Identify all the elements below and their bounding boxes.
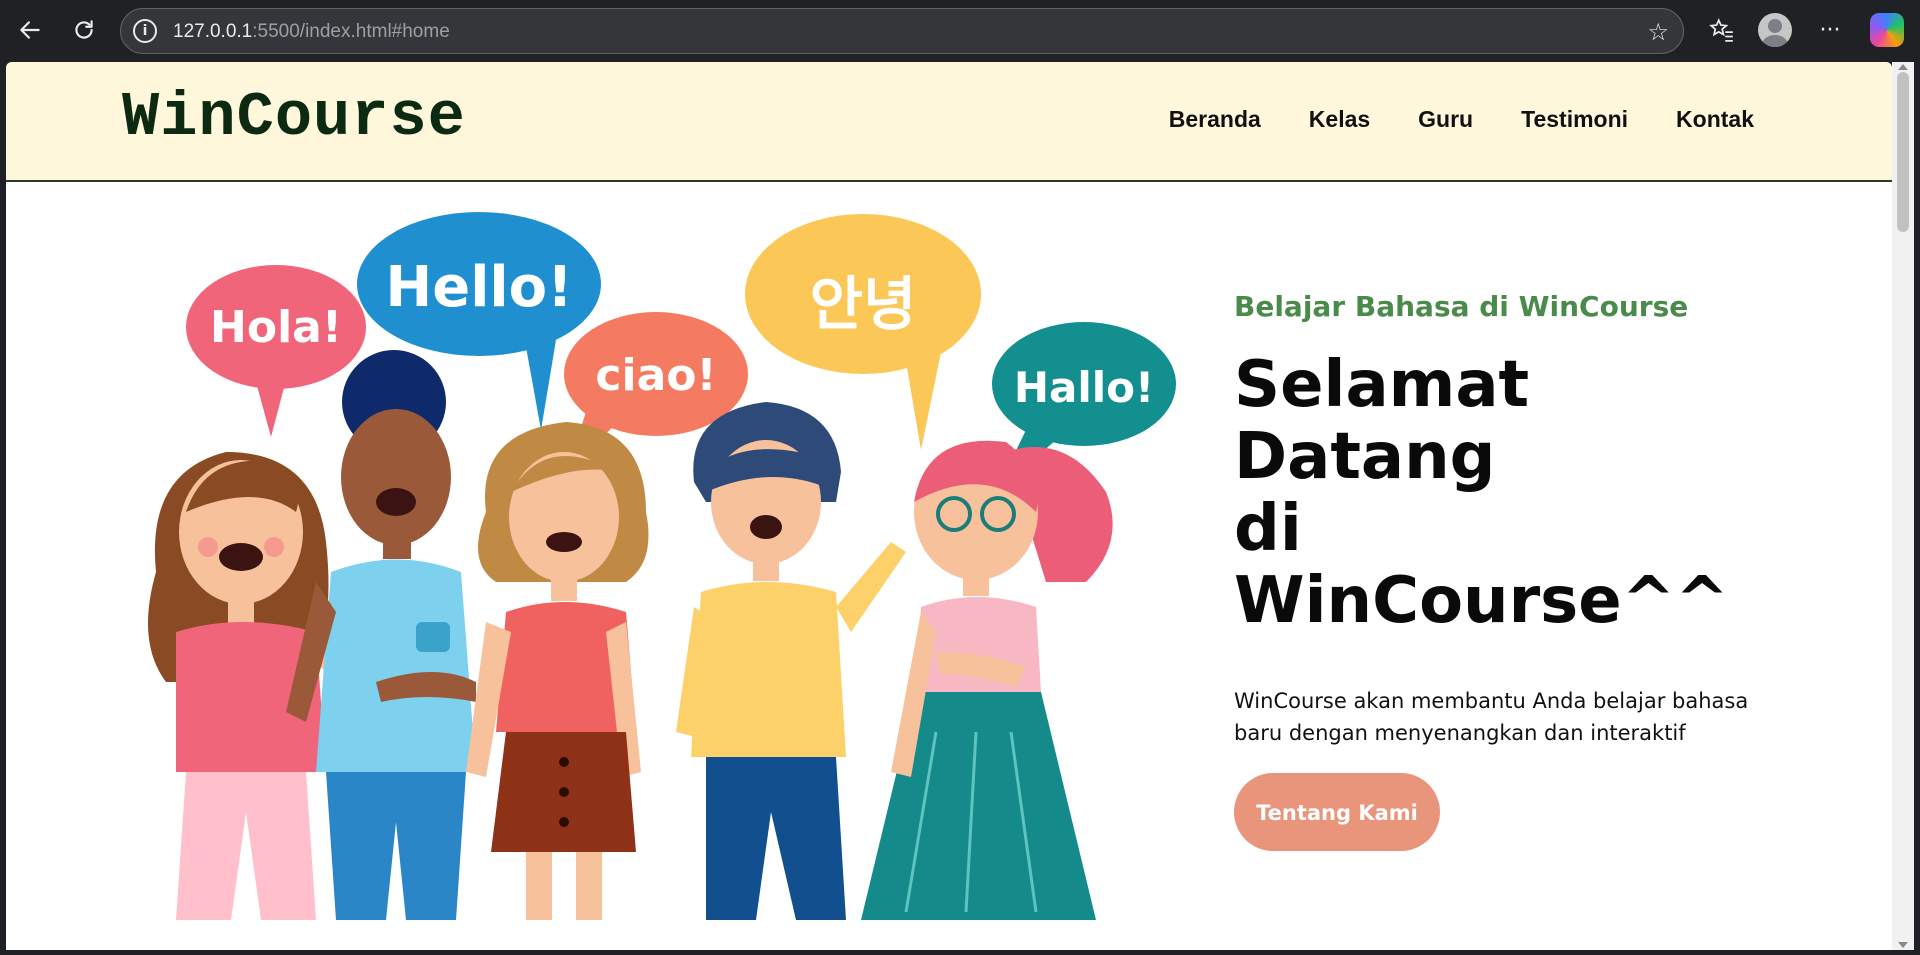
scroll-down-arrow-icon[interactable]	[1898, 942, 1908, 948]
site-info-icon[interactable]: i	[133, 19, 157, 43]
tentang-kami-button[interactable]: Tentang Kami	[1234, 773, 1440, 851]
page-viewport: WinCourse Beranda Kelas Guru Testimoni K…	[6, 62, 1892, 950]
hero-headline: Selamat Datang di WinCourse^^	[1234, 349, 1794, 637]
svg-text:Hola!: Hola!	[210, 302, 342, 353]
copilot-icon[interactable]	[1870, 13, 1904, 47]
address-bar[interactable]: i 127.0.0.1:5500/index.html#home ☆	[120, 8, 1684, 54]
speech-bubble-hola: Hola!	[186, 265, 366, 437]
site-header: WinCourse Beranda Kelas Guru Testimoni K…	[6, 62, 1892, 182]
hero-headline-line-2: di WinCourse^^	[1234, 492, 1729, 638]
nav-beranda[interactable]: Beranda	[1169, 106, 1261, 133]
svg-text:Hello!: Hello!	[385, 255, 572, 320]
reload-icon[interactable]	[66, 12, 102, 48]
profile-avatar-icon[interactable]	[1758, 13, 1792, 47]
svg-text:Hallo!: Hallo!	[1014, 363, 1154, 412]
url-text[interactable]: 127.0.0.1:5500/index.html#home	[173, 21, 450, 43]
svg-text:ciao!: ciao!	[595, 350, 716, 401]
hero-text: Belajar Bahasa di WinCourse Selamat Data…	[1234, 290, 1794, 851]
bookmark-star-icon[interactable]: ☆	[1647, 18, 1669, 46]
hero-illustration: Hola! Hello! ciao! 안녕 Hallo!	[148, 212, 1176, 920]
nav-testimoni[interactable]: Testimoni	[1521, 106, 1628, 133]
svg-text:안녕: 안녕	[810, 270, 917, 338]
back-arrow-icon[interactable]	[12, 12, 48, 48]
nav-kontak[interactable]: Kontak	[1676, 106, 1754, 133]
main-nav: Beranda Kelas Guru Testimoni Kontak	[1169, 106, 1754, 133]
browser-toolbar: i 127.0.0.1:5500/index.html#home ☆ ···	[0, 0, 1920, 62]
page-scrollbar[interactable]	[1892, 62, 1914, 950]
site-logo[interactable]: WinCourse	[122, 82, 466, 153]
scrollbar-thumb[interactable]	[1897, 72, 1909, 232]
more-menu-icon[interactable]: ···	[1812, 12, 1848, 48]
nav-guru[interactable]: Guru	[1418, 106, 1473, 133]
person-2	[286, 350, 476, 920]
nav-kelas[interactable]: Kelas	[1309, 106, 1370, 133]
hero-description: WinCourse akan membantu Anda belajar bah…	[1234, 689, 1749, 745]
person-3	[466, 422, 649, 920]
hero-eyebrow: Belajar Bahasa di WinCourse	[1234, 290, 1689, 323]
hero-headline-line-1: Selamat Datang	[1234, 348, 1530, 494]
scroll-up-arrow-icon[interactable]	[1898, 64, 1908, 70]
favorites-icon[interactable]	[1704, 12, 1740, 48]
person-4	[676, 402, 906, 920]
person-5	[861, 440, 1113, 920]
